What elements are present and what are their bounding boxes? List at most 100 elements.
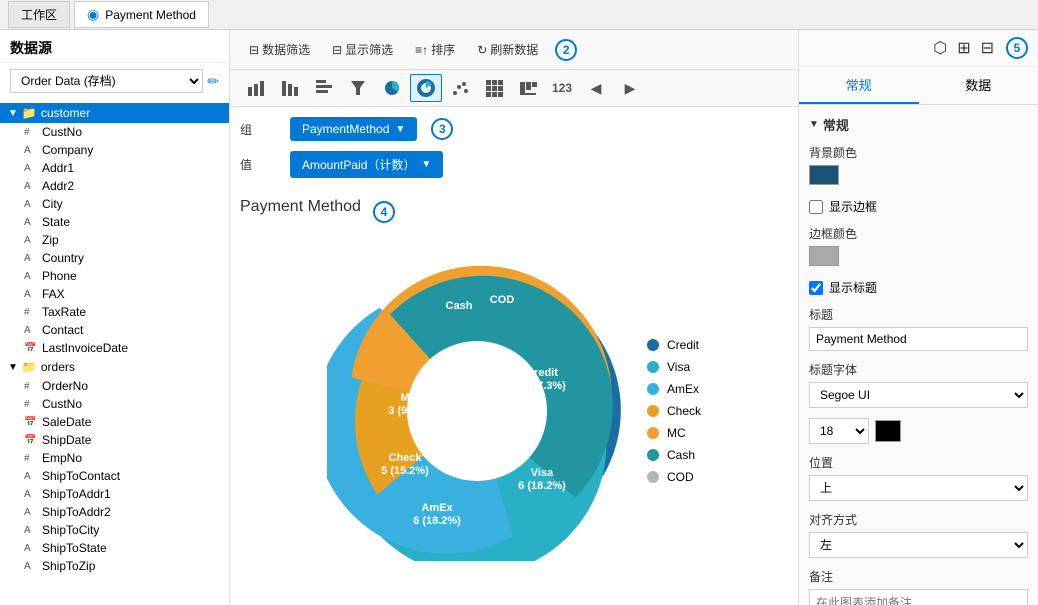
a-icon: A [24,253,38,264]
legend-dot-amex [647,383,659,395]
refresh-icon: ↻ [477,43,487,57]
list-item[interactable]: #EmpNo [0,449,229,467]
list-item[interactable]: AShipToContact [0,467,229,485]
cube-icon[interactable]: ⬡ [931,36,949,60]
bg-color-swatch[interactable] [809,165,839,185]
border-color-prop: 边框颜色 [809,225,1028,269]
list-item[interactable]: 📅ShipDate [0,431,229,449]
font-select[interactable]: Segoe UI [809,382,1028,408]
list-item[interactable]: AAddr1 [0,159,229,177]
workspace-tab[interactable]: 工作区 [8,1,70,28]
bar-chart3-button[interactable] [308,74,340,102]
edit-icon[interactable]: ✏ [207,73,219,90]
cal-icon: 📅 [24,435,38,446]
list-item[interactable]: # OrderNo [0,377,229,395]
active-tab[interactable]: ◉ Payment Method [74,1,209,28]
refresh-label: 刷新数据 [490,41,538,58]
position-label: 位置 [809,454,1028,471]
value-dropdown[interactable]: AmountPaid（计数） ▼ [290,151,443,178]
a-icon: A [24,145,38,156]
font-size-select[interactable]: 18 [809,418,869,444]
align-select[interactable]: 左 [809,532,1028,558]
item-label: OrderNo [42,379,88,393]
group-value: PaymentMethod [302,122,389,136]
bg-color-label: 背景颜色 [809,144,1028,161]
data-filter-button[interactable]: ⊟ 数据筛选 [240,36,319,63]
scatter-button[interactable] [444,74,476,102]
funnel-button[interactable] [342,74,374,102]
svg-text:AmEx: AmEx [421,502,453,514]
tab-data[interactable]: 数据 [919,67,1038,104]
list-item[interactable]: #TaxRate [0,303,229,321]
list-item[interactable]: AFAX [0,285,229,303]
show-title-checkbox[interactable] [809,281,823,295]
gauge-icon [519,79,537,97]
list-item[interactable]: AShipToAddr1 [0,485,229,503]
arrow-right-button[interactable]: ▶ [614,74,646,102]
grid-button[interactable] [478,74,510,102]
bar-chart-button[interactable] [240,74,272,102]
list-item[interactable]: 📅LastInvoiceDate [0,339,229,357]
list-item[interactable]: #CustNo [0,123,229,141]
list-item[interactable]: #CustNo [0,395,229,413]
legend-label-mc: MC [667,426,686,440]
pie-chart-button[interactable] [376,74,408,102]
legend-item-amex: AmEx [647,382,701,396]
show-border-checkbox[interactable] [809,200,823,214]
list-item[interactable]: 📅SaleDate [0,413,229,431]
item-label: City [42,197,63,211]
refresh-button[interactable]: ↻ 刷新数据 [468,36,547,63]
section-header-general[interactable]: ▼ 常规 [809,115,1028,134]
number-button[interactable]: 123 [546,74,578,102]
tab-icon: ◉ [87,6,99,23]
show-title-label: 显示标题 [829,279,877,296]
show-title-prop: 显示标题 [809,279,1028,296]
list-item[interactable]: ACountry [0,249,229,267]
tree-group-header-customer[interactable]: ▼ 📁 customer [0,103,229,123]
hash-icon: # [24,381,38,392]
svg-text:3 (9.1%): 3 (9.1%) [388,405,430,417]
gauge-button[interactable] [512,74,544,102]
arrow-left-button[interactable]: ◀ [580,74,612,102]
datasource-select[interactable]: Order Data (存档) [10,69,203,93]
border-color-swatch[interactable] [809,246,839,266]
donut-chart-button[interactable] [410,74,442,102]
pie-chart-icon [383,79,401,97]
svg-text:Cash: Cash [446,300,473,312]
a-icon: A [24,561,38,572]
bar-chart2-button[interactable] [274,74,306,102]
bar-chart2-icon [281,79,299,97]
list-item[interactable]: AContact [0,321,229,339]
list-item[interactable]: AState [0,213,229,231]
note-textarea[interactable] [809,589,1028,605]
arrow-right-icon: ▶ [625,80,636,97]
tree-group-header-orders[interactable]: ▼ 📁 orders [0,357,229,377]
title-input[interactable] [809,327,1028,351]
grid2-icon[interactable]: ⊟ [979,36,996,60]
group-dropdown[interactable]: PaymentMethod ▼ [290,117,417,141]
datasource-row: Order Data (存档) ✏ [0,63,229,99]
number-icon: 123 [552,81,572,95]
a-icon: A [24,271,38,282]
layout-icon[interactable]: ⊞ [955,36,972,60]
svg-text:Visa: Visa [531,467,554,479]
position-select[interactable]: 上 [809,475,1028,501]
font-color-swatch[interactable] [875,420,901,442]
show-border-row: 显示边框 [809,198,1028,215]
align-prop: 对齐方式 左 [809,511,1028,558]
list-item[interactable]: AShipToZip [0,557,229,575]
list-item[interactable]: AShipToAddr2 [0,503,229,521]
list-item[interactable]: AShipToState [0,539,229,557]
value-field-row: 值 AmountPaid（计数） ▼ [240,151,788,178]
list-item[interactable]: ACity [0,195,229,213]
display-filter-button[interactable]: ⊟ 显示筛选 [323,36,402,63]
list-item[interactable]: ACompany [0,141,229,159]
list-item[interactable]: APhone [0,267,229,285]
list-item[interactable]: AAddr2 [0,177,229,195]
sort-button[interactable]: ≡↑ 排序 [406,36,464,63]
list-item[interactable]: AShipToCity [0,521,229,539]
tab-regular[interactable]: 常规 [799,67,919,104]
folder-icon-customer: 📁 [22,106,37,120]
legend-item-cash: Cash [647,448,701,462]
list-item[interactable]: AZip [0,231,229,249]
